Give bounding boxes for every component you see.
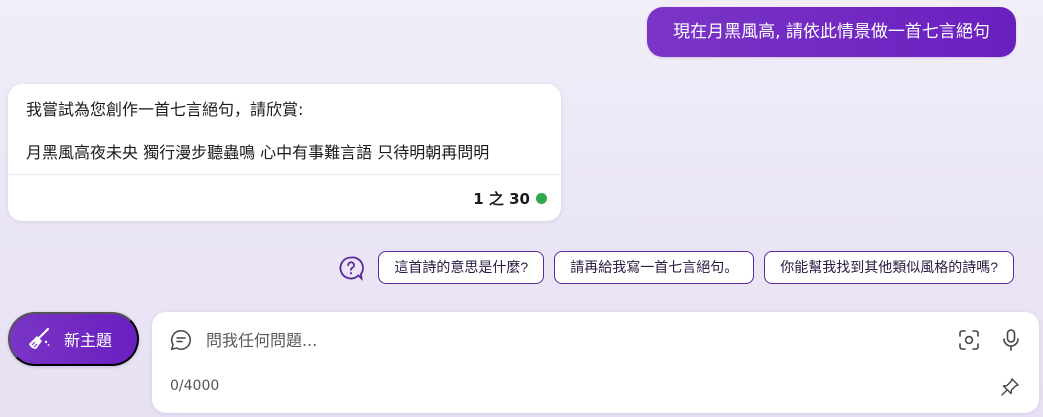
bot-response-card: 我嘗試為您創作一首七言絕句，請欣賞: 月黑風高夜未央 獨行漫步聽蟲鳴 心中有事難… [8,84,561,221]
response-counter: 1 之 30 [473,188,547,209]
chat-icon [170,330,191,351]
user-message-bubble: 現在月黑風高, 請依此情景做一首七言絕句 [647,7,1016,57]
suggestion-chip-meaning[interactable]: 這首詩的意思是什麼? [378,251,545,284]
camera-scan-icon[interactable] [958,329,980,351]
suggestion-row: 這首詩的意思是什麼? 請再給我寫一首七言絕句。 你能幫我找到其他類似風格的詩嗎? [338,251,1014,284]
status-dot-icon [536,193,547,204]
bot-card-divider [8,174,561,175]
pin-icon[interactable] [1000,377,1020,397]
bot-poem-text: 月黑風高夜未央 獨行漫步聽蟲鳴 心中有事難言語 只待明朝再問明 [26,143,490,162]
question-circle-icon[interactable] [338,255,365,281]
suggestion-chip-another-poem[interactable]: 請再給我寫一首七言絕句。 [554,251,755,284]
microphone-icon[interactable] [1000,328,1022,352]
response-counter-text: 1 之 30 [473,190,530,208]
new-topic-label: 新主題 [64,333,113,350]
suggestion-chip-similar-poems[interactable]: 你能幫我找到其他類似風格的詩嗎? [764,251,1014,284]
broom-icon [29,327,50,349]
bot-intro-text: 我嘗試為您創作一首七言絕句，請欣賞: [26,100,304,119]
character-count: 0/4000 [170,378,220,394]
user-message-text: 現在月黑風高, 請依此情景做一首七言絕句 [673,22,990,42]
new-topic-button[interactable]: 新主題 [8,312,139,366]
composer-panel: 0/4000 [152,312,1039,413]
message-input[interactable] [206,325,946,355]
